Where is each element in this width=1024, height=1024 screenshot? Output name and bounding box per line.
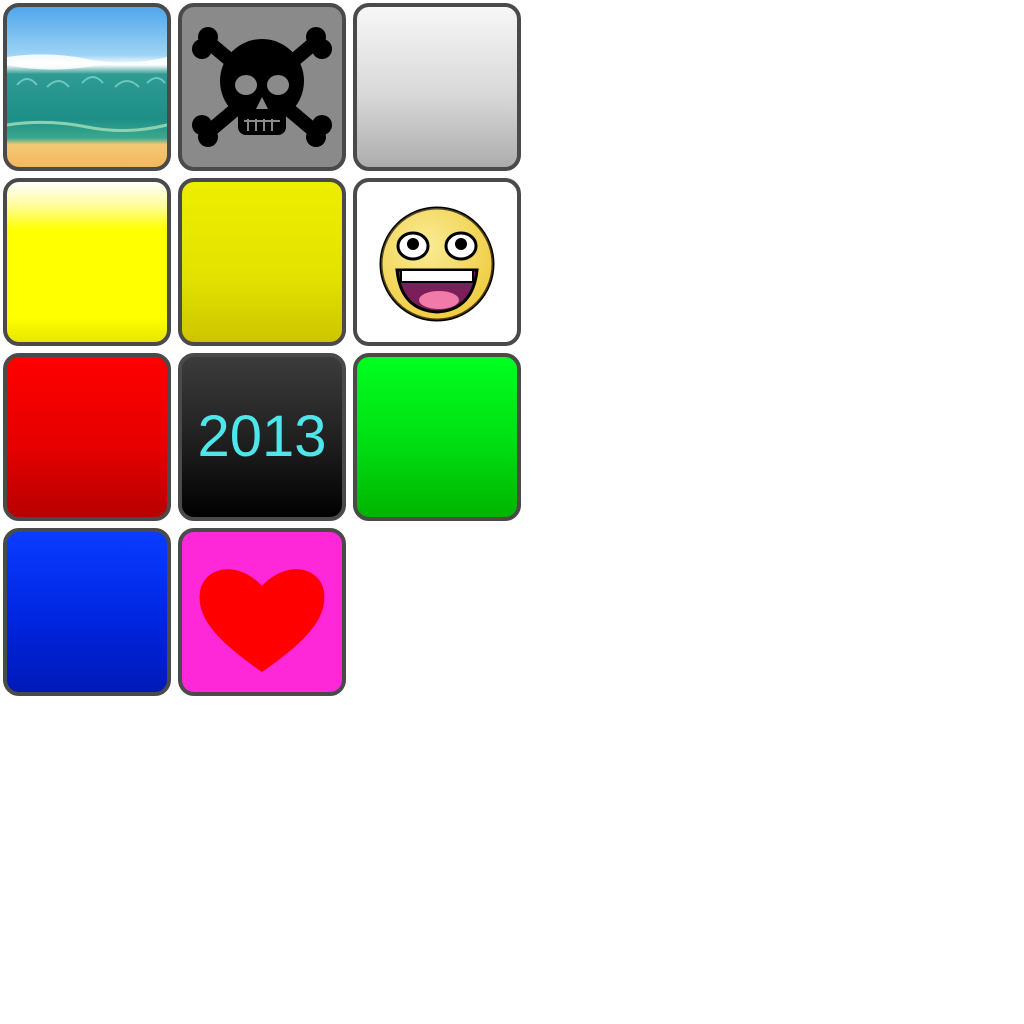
tile-grid: 2013	[3, 3, 523, 696]
tile-yellow[interactable]	[178, 178, 346, 346]
beach-waves-icon	[7, 54, 167, 133]
tile-heart[interactable]	[178, 528, 346, 696]
skull-crossbones-icon	[192, 27, 332, 147]
tile-skull[interactable]	[178, 3, 346, 171]
tile-blue[interactable]	[3, 528, 171, 696]
year-label: 2013	[197, 404, 327, 469]
awesome-face-icon	[379, 206, 495, 322]
tile-silver[interactable]	[353, 3, 521, 171]
tile-year[interactable]: 2013	[178, 353, 346, 521]
tile-yellow-gradient[interactable]	[3, 178, 171, 346]
tile-green[interactable]	[353, 353, 521, 521]
heart-icon	[199, 569, 325, 672]
tile-beach[interactable]	[3, 3, 171, 171]
tile-red[interactable]	[3, 353, 171, 521]
tile-smiley[interactable]	[353, 178, 521, 346]
